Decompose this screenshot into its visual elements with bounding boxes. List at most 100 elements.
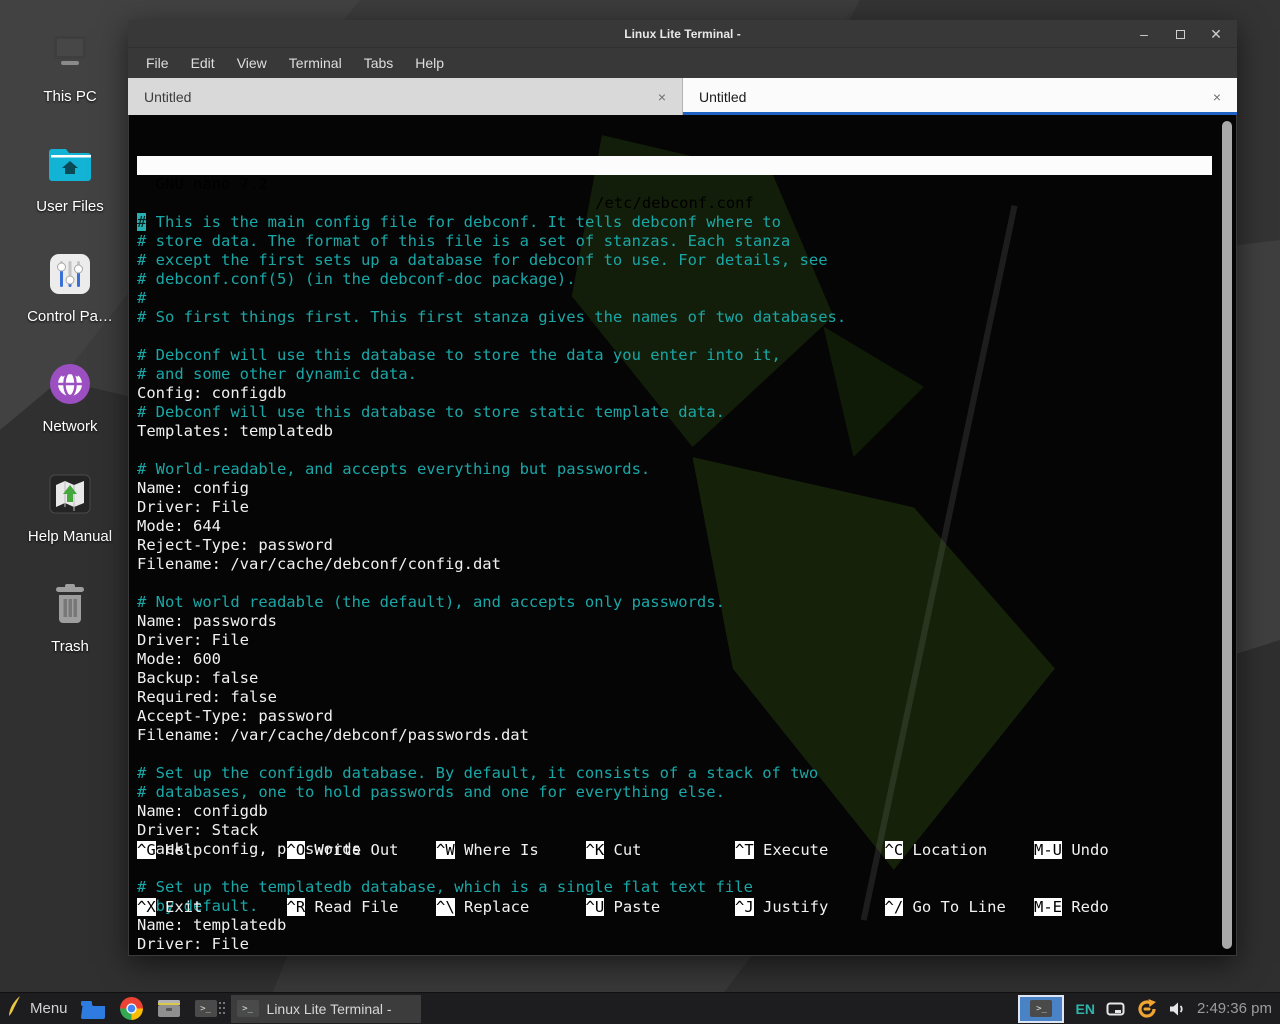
terminal-line: Driver: File xyxy=(137,498,1212,517)
shortcut-key: ^C xyxy=(885,841,904,859)
minimize-button[interactable]: – xyxy=(1133,23,1155,45)
desktop-icon-label: User Files xyxy=(36,198,104,215)
nano-shortcut: M-U Undo xyxy=(1034,841,1109,860)
window-controls: – ✕ xyxy=(1133,20,1227,48)
taskbar-grip-handle[interactable] xyxy=(219,1002,225,1016)
shortcut-key: M-U xyxy=(1034,841,1062,859)
terminal-line: Filename: /var/cache/debconf/config.dat xyxy=(137,555,1212,574)
terminal-line: Config: configdb xyxy=(137,384,1212,403)
desktop-icon-user-files[interactable]: User Files xyxy=(0,128,140,238)
terminal-line: Mode: 644 xyxy=(137,517,1212,536)
shortcut-row-bottom: ^X Exit^R Read File^\ Replace^U Paste^J … xyxy=(137,898,1212,917)
nano-shortcut: ^T Execute xyxy=(735,841,885,860)
menu-item-edit[interactable]: Edit xyxy=(191,55,215,71)
shortcut-key: ^\ xyxy=(436,898,455,916)
terminal-line xyxy=(137,574,1212,593)
task-button-terminal[interactable]: >_ Linux Lite Terminal - xyxy=(231,995,421,1023)
terminal-line xyxy=(137,327,1212,346)
nano-editor: GNU nano 7.2 /etc/debconf.conf # This is… xyxy=(137,118,1212,955)
terminal-tab-0[interactable]: Untitled × xyxy=(128,78,683,115)
terminal-line: # Debconf will use this database to stor… xyxy=(137,346,1212,365)
nano-shortcut: M-E Redo xyxy=(1034,898,1109,917)
shortcut-key: ^W xyxy=(436,841,455,859)
desktop-icon-label: This PC xyxy=(43,88,96,105)
nano-version: GNU nano 7.2 xyxy=(137,175,268,194)
shortcut-key: ^/ xyxy=(885,898,904,916)
nano-shortcut: ^\ Replace xyxy=(436,898,586,917)
clock[interactable]: 2:49:36 pm xyxy=(1197,1000,1272,1017)
network-globe-icon xyxy=(49,358,91,410)
shortcut-key: ^K xyxy=(586,841,605,859)
terminal-line: Required: false xyxy=(137,688,1212,707)
control-panel-sliders-icon xyxy=(48,248,92,300)
taskbar-tray: >_ EN 2:49:36 pm xyxy=(1018,995,1274,1023)
nano-shortcut: ^C Location xyxy=(885,841,1035,860)
terminal-line: # Not world readable (the default), and … xyxy=(137,593,1212,612)
shortcut-row-top: ^G Help^O Write Out^W Where Is^K Cut^T E… xyxy=(137,841,1212,860)
menu-button[interactable]: Menu xyxy=(6,995,68,1022)
terminal-line: # World-readable, and accepts everything… xyxy=(137,460,1212,479)
desktop-icon-column: This PC User Files xyxy=(0,18,140,678)
terminal-task-icon: >_ xyxy=(237,1000,259,1017)
menu-item-tabs[interactable]: Tabs xyxy=(364,55,394,71)
desktop-icon-label: Network xyxy=(42,418,97,435)
terminal-line: # and some other dynamic data. xyxy=(137,365,1212,384)
tab-close-icon[interactable]: × xyxy=(1213,89,1221,105)
terminal-line: Filename: /var/cache/debconf/passwords.d… xyxy=(137,726,1212,745)
terminal-line: # databases, one to hold passwords and o… xyxy=(137,783,1212,802)
this-pc-icon xyxy=(45,28,95,80)
terminal-line: # xyxy=(137,289,1212,308)
file-manager-icon[interactable] xyxy=(81,999,107,1019)
close-button[interactable]: ✕ xyxy=(1205,23,1227,45)
tab-bar: Untitled × Untitled × xyxy=(128,78,1237,115)
display-layout-icon[interactable] xyxy=(1106,1002,1125,1016)
nano-shortcut: ^G Help xyxy=(137,841,287,860)
maximize-button[interactable] xyxy=(1169,23,1191,45)
tab-label: Untitled xyxy=(699,89,746,105)
terminal-line: # Set up the configdb database. By defau… xyxy=(137,764,1212,783)
terminal-tab-1[interactable]: Untitled × xyxy=(683,78,1237,115)
desktop-icon-trash[interactable]: Trash xyxy=(0,568,140,678)
nano-shortcut: ^J Justify xyxy=(735,898,885,917)
shortcut-key: M-E xyxy=(1034,898,1062,916)
tab-close-icon[interactable]: × xyxy=(658,89,666,105)
chrome-browser-icon[interactable] xyxy=(120,997,143,1020)
user-files-folder-icon xyxy=(47,138,93,190)
terminal-line: Name: config xyxy=(137,479,1212,498)
terminal-line: Reject-Type: password xyxy=(137,536,1212,555)
nano-file-path: /etc/debconf.conf xyxy=(595,194,754,213)
help-manual-map-icon xyxy=(48,468,92,520)
terminal-launcher-icon[interactable]: >_ xyxy=(195,1000,217,1017)
desktop-icon-this-pc[interactable]: This PC xyxy=(0,18,140,128)
menu-item-help[interactable]: Help xyxy=(415,55,444,71)
terminal-line: Driver: File xyxy=(137,631,1212,650)
tray-active-terminal-icon[interactable]: >_ xyxy=(1018,995,1064,1023)
desktop-icon-control-panel[interactable]: Control Pa… xyxy=(0,238,140,348)
shortcut-key: ^J xyxy=(735,898,754,916)
archive-manager-icon[interactable] xyxy=(156,998,182,1019)
desktop-icon-help-manual[interactable]: Help Manual xyxy=(0,458,140,568)
window-titlebar[interactable]: Linux Lite Terminal - – ✕ xyxy=(128,20,1237,48)
taskbar-left-group: Menu >_ xyxy=(6,995,217,1022)
menu-button-label: Menu xyxy=(30,1000,68,1017)
menu-item-file[interactable]: File xyxy=(146,55,169,71)
trash-can-icon xyxy=(50,578,90,630)
linux-lite-feather-icon xyxy=(6,995,22,1022)
terminal-view[interactable]: GNU nano 7.2 /etc/debconf.conf # This is… xyxy=(129,115,1236,955)
tab-label: Untitled xyxy=(144,89,191,105)
terminal-window: Linux Lite Terminal - – ✕ File Edit View Te… xyxy=(128,20,1237,956)
taskbar: Menu >_ xyxy=(0,992,1280,1024)
menu-item-terminal[interactable]: Terminal xyxy=(289,55,342,71)
volume-speaker-icon[interactable] xyxy=(1169,1001,1186,1017)
keyboard-language-indicator[interactable]: EN xyxy=(1075,1001,1094,1017)
nano-shortcut: ^U Paste xyxy=(586,898,736,917)
nano-shortcut: ^X Exit xyxy=(137,898,287,917)
menu-item-view[interactable]: View xyxy=(237,55,267,71)
terminal-line xyxy=(137,441,1212,460)
shortcut-key: ^R xyxy=(287,898,306,916)
terminal-line: Mode: 600 xyxy=(137,650,1212,669)
terminal-scrollbar[interactable] xyxy=(1222,121,1232,949)
nano-title-bar: GNU nano 7.2 /etc/debconf.conf xyxy=(137,156,1212,175)
updates-refresh-icon[interactable] xyxy=(1136,998,1158,1020)
desktop-icon-network[interactable]: Network xyxy=(0,348,140,458)
